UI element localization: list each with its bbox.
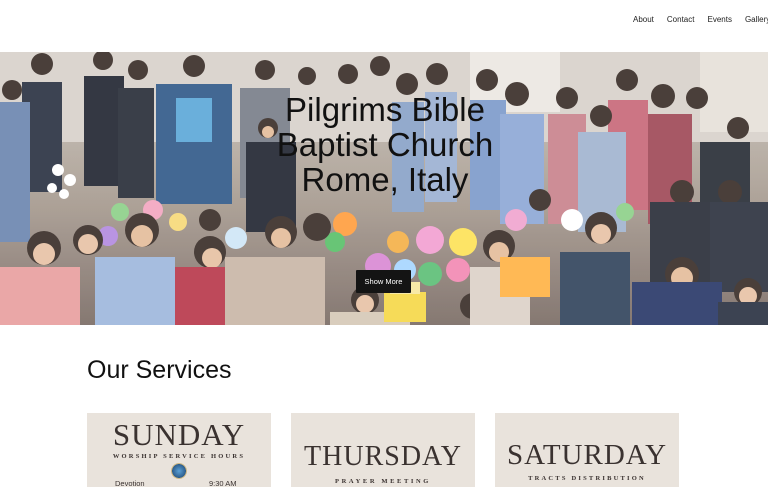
service-card-sunday[interactable]: SUNDAY WORSHIP SERVICE HOURS Devotion 9:…	[87, 413, 271, 487]
card-subtitle: WORSHIP SERVICE HOURS	[112, 453, 246, 460]
church-logo-icon	[171, 463, 187, 479]
services-cards: SUNDAY WORSHIP SERVICE HOURS Devotion 9:…	[87, 413, 679, 487]
hero-title: Pilgrims Bible Baptist Church Rome, Ital…	[230, 92, 540, 197]
nav-contact[interactable]: Contact	[667, 14, 695, 26]
nav-gallery[interactable]: Gallery	[745, 14, 768, 26]
nav-events[interactable]: Events	[707, 14, 731, 26]
main-nav: About Contact Events Gallery Ne	[633, 14, 768, 26]
card-title: SUNDAY	[112, 417, 246, 452]
site-header: About Contact Events Gallery Ne	[0, 0, 768, 52]
schedule-label: Devotion	[115, 479, 145, 487]
service-card-saturday[interactable]: SATURDAY TRACTS DISTRIBUTION	[495, 413, 679, 487]
services-heading: Our Services	[87, 356, 232, 384]
service-card-thursday[interactable]: THURSDAY PRAYER MEETING	[291, 413, 475, 487]
card-subtitle: TRACTS DISTRIBUTION	[528, 475, 646, 482]
nav-about[interactable]: About	[633, 14, 654, 26]
card-title: THURSDAY	[304, 441, 462, 472]
hero-banner: Pilgrims Bible Baptist Church Rome, Ital…	[0, 52, 768, 325]
show-more-button[interactable]: Show More	[356, 270, 411, 293]
schedule-time: 9:30 AM	[209, 479, 237, 487]
hero-title-line-2: Baptist Church	[276, 126, 494, 163]
hero-title-line-3: Rome, Italy	[301, 161, 469, 198]
card-title: SATURDAY	[506, 439, 668, 471]
card-subtitle: PRAYER MEETING	[335, 478, 431, 485]
hero-title-line-1: Pilgrims Bible	[285, 91, 485, 128]
